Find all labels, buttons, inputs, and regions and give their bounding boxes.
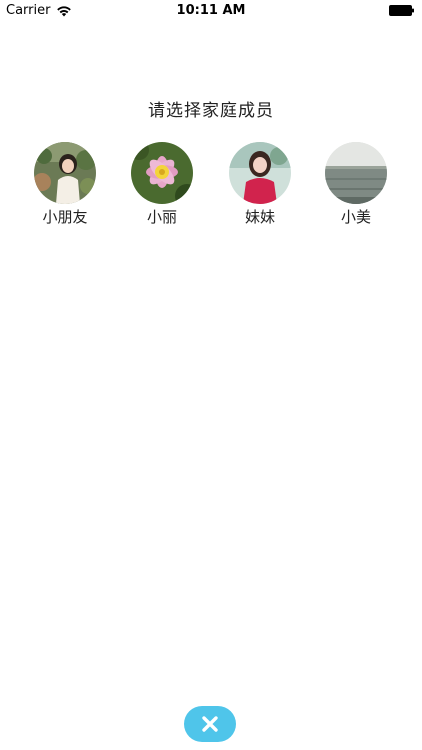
battery-icon (389, 5, 414, 16)
close-icon (202, 716, 218, 732)
member-avatar[interactable] (131, 142, 193, 204)
member-name: 妹妹 (244, 208, 275, 226)
member-name: 小美 (340, 208, 371, 226)
member-avatar[interactable] (229, 142, 291, 204)
member-item[interactable]: 妹妹 (220, 142, 300, 227)
member-item[interactable]: 小朋友 (25, 142, 105, 227)
member-item[interactable]: 小美 (316, 142, 396, 227)
member-avatar[interactable] (325, 142, 387, 204)
close-button[interactable] (184, 706, 236, 742)
status-time: 10:11 AM (176, 3, 246, 18)
member-avatar[interactable] (34, 142, 96, 204)
status-bar: Carrier 10:11 AM (0, 0, 422, 22)
member-item[interactable]: 小丽 (122, 142, 202, 227)
page-title: 请选择家庭成员 (148, 101, 274, 121)
member-name: 小朋友 (42, 208, 88, 226)
member-name: 小丽 (146, 208, 177, 226)
